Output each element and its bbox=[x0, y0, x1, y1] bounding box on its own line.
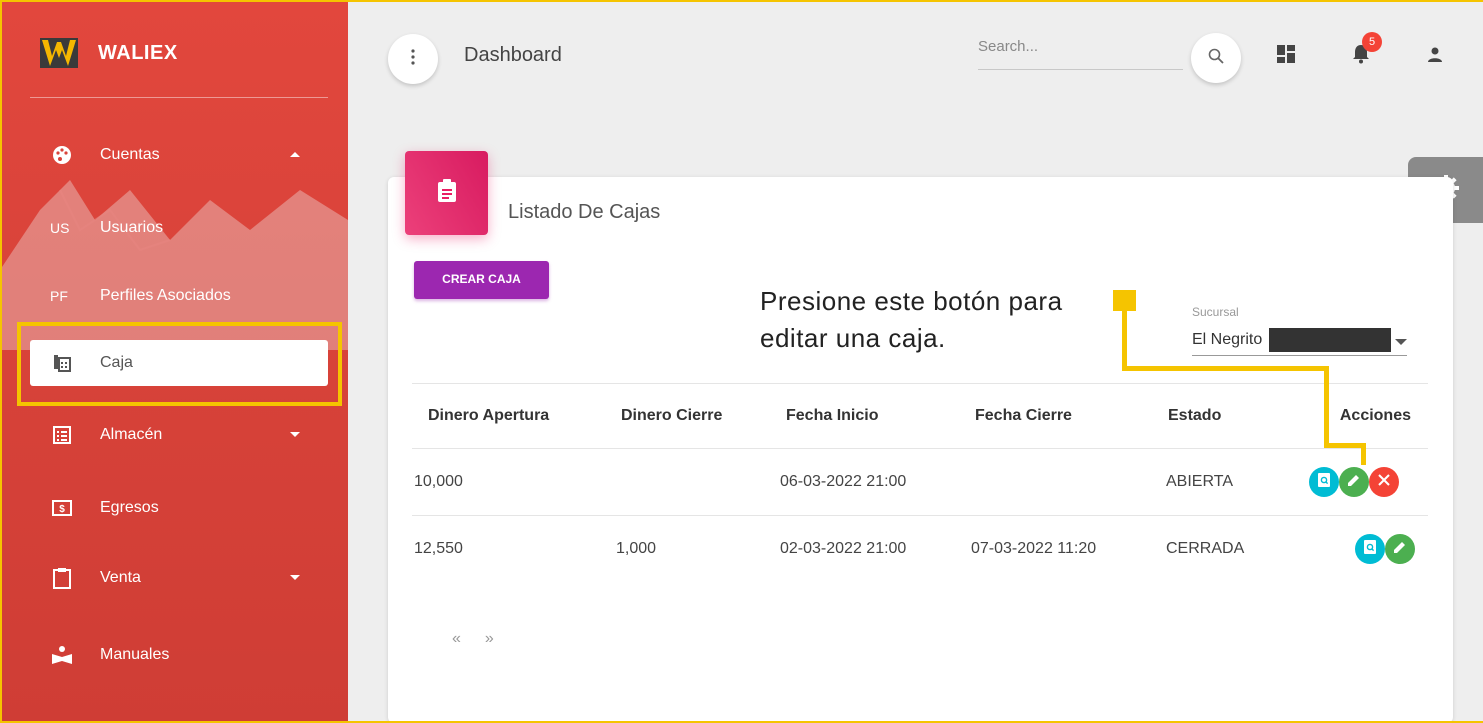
pagination: « » bbox=[452, 630, 494, 648]
menu-toggle-button[interactable] bbox=[388, 34, 438, 84]
chevron-up-icon bbox=[290, 152, 300, 157]
view-button[interactable] bbox=[1355, 534, 1385, 564]
dashboard-icon[interactable] bbox=[1274, 42, 1298, 66]
callout-connector bbox=[1122, 366, 1329, 371]
create-caja-button[interactable]: CREAR CAJA bbox=[414, 261, 549, 299]
app-logo[interactable]: WALIEX bbox=[36, 30, 178, 76]
sidebar-item-abbr: US bbox=[50, 220, 70, 236]
sidebar-item-cuentas[interactable]: Cuentas bbox=[30, 132, 328, 178]
palette-icon bbox=[50, 145, 74, 165]
sidebar-item-label: Manuales bbox=[100, 646, 170, 663]
prev-page-button[interactable]: « bbox=[452, 630, 461, 648]
search-icon bbox=[1208, 48, 1224, 69]
column-header: Dinero Cierre bbox=[621, 407, 723, 424]
search-field[interactable] bbox=[978, 38, 1183, 70]
cell-fecha-inicio: 02-03-2022 21:00 bbox=[780, 540, 907, 557]
assignment-icon bbox=[437, 178, 457, 208]
sidebar-item-usuarios[interactable]: US Usuarios bbox=[30, 205, 328, 251]
sidebar-item-label: Egresos bbox=[100, 499, 159, 516]
cell-dinero-cierre: 1,000 bbox=[616, 540, 657, 557]
column-header: Estado bbox=[1168, 407, 1222, 424]
search-input[interactable] bbox=[978, 38, 1178, 55]
cell-estado: CERRADA bbox=[1166, 540, 1245, 557]
cell-dinero-apertura: 12,550 bbox=[414, 540, 463, 557]
chevron-down-icon bbox=[290, 575, 300, 580]
sidebar-item-label: Cuentas bbox=[100, 146, 160, 163]
redacted-block bbox=[1269, 328, 1391, 352]
sucursal-label: Sucursal bbox=[1192, 305, 1239, 319]
sidebar-item-perfiles-asociados[interactable]: PF Perfiles Asociados bbox=[30, 273, 328, 319]
sucursal-value: El Negrito bbox=[1192, 331, 1263, 348]
sidebar-divider bbox=[30, 97, 328, 98]
money-icon: $ bbox=[50, 499, 74, 517]
svg-text:$: $ bbox=[59, 504, 65, 515]
document-search-icon bbox=[1318, 472, 1330, 492]
sucursal-select[interactable]: El Negrito bbox=[1192, 328, 1407, 356]
reader-icon bbox=[50, 645, 74, 665]
instruction-callout: Presione este botón para editar una caja… bbox=[760, 286, 1063, 353]
clipboard-icon bbox=[50, 567, 74, 589]
sidebar-item-label: Usuarios bbox=[100, 219, 164, 236]
sidebar-item-label: Perfiles Asociados bbox=[100, 287, 231, 304]
page-title: Dashboard bbox=[464, 44, 562, 66]
user-icon[interactable] bbox=[1423, 42, 1447, 66]
sidebar-item-egresos[interactable]: $ Egresos bbox=[30, 485, 328, 531]
pencil-icon bbox=[1347, 473, 1361, 492]
callout-connector bbox=[1324, 443, 1366, 448]
cajas-table: Dinero Apertura Dinero Cierre Fecha Inic… bbox=[412, 383, 1428, 582]
chevron-down-icon bbox=[1395, 339, 1407, 345]
caja-highlight-box bbox=[17, 322, 342, 406]
app-name: WALIEX bbox=[98, 41, 178, 64]
cell-fecha-cierre: 07-03-2022 11:20 bbox=[971, 540, 1097, 557]
sidebar-item-venta[interactable]: Venta bbox=[30, 555, 328, 601]
card-header-icon bbox=[405, 151, 488, 235]
table-row: 10,000 06-03-2022 21:00 ABIERTA bbox=[412, 448, 1428, 515]
view-button[interactable] bbox=[1309, 467, 1339, 497]
sidebar-item-abbr: PF bbox=[50, 288, 68, 304]
cell-dinero-apertura: 10,000 bbox=[414, 473, 463, 490]
sidebar-item-manuales[interactable]: Manuales bbox=[30, 632, 328, 678]
document-search-icon bbox=[1364, 539, 1376, 559]
close-icon bbox=[1378, 473, 1390, 491]
sidebar-item-almacen[interactable]: Almacén bbox=[30, 412, 328, 458]
table-header-row: Dinero Apertura Dinero Cierre Fecha Inic… bbox=[412, 383, 1428, 448]
card-title: Listado De Cajas bbox=[508, 201, 661, 223]
waliex-logo-icon bbox=[36, 30, 82, 76]
callout-connector bbox=[1361, 443, 1366, 465]
column-header: Fecha Inicio bbox=[786, 407, 879, 424]
sidebar-item-label: Almacén bbox=[100, 426, 163, 443]
delete-button[interactable] bbox=[1369, 467, 1399, 497]
search-button[interactable] bbox=[1191, 33, 1241, 83]
column-header: Dinero Apertura bbox=[428, 407, 550, 424]
callout-connector bbox=[1324, 366, 1329, 448]
more-vertical-icon bbox=[411, 48, 415, 70]
cell-estado: ABIERTA bbox=[1166, 473, 1233, 490]
notification-badge: 5 bbox=[1362, 32, 1382, 52]
column-header: Fecha Cierre bbox=[975, 407, 1072, 424]
row-actions bbox=[1309, 467, 1399, 497]
column-header: Acciones bbox=[1339, 407, 1411, 424]
table-row: 12,550 1,000 02-03-2022 21:00 07-03-2022… bbox=[412, 515, 1428, 582]
cell-fecha-inicio: 06-03-2022 21:00 bbox=[780, 473, 907, 490]
edit-button[interactable] bbox=[1339, 467, 1369, 497]
chevron-down-icon bbox=[290, 432, 300, 437]
callout-connector bbox=[1122, 308, 1127, 370]
row-actions bbox=[1355, 534, 1415, 564]
sidebar-item-label: Venta bbox=[100, 569, 141, 586]
next-page-button[interactable]: » bbox=[485, 630, 494, 648]
list-icon bbox=[50, 425, 74, 445]
edit-button[interactable] bbox=[1385, 534, 1415, 564]
pencil-icon bbox=[1393, 540, 1407, 559]
